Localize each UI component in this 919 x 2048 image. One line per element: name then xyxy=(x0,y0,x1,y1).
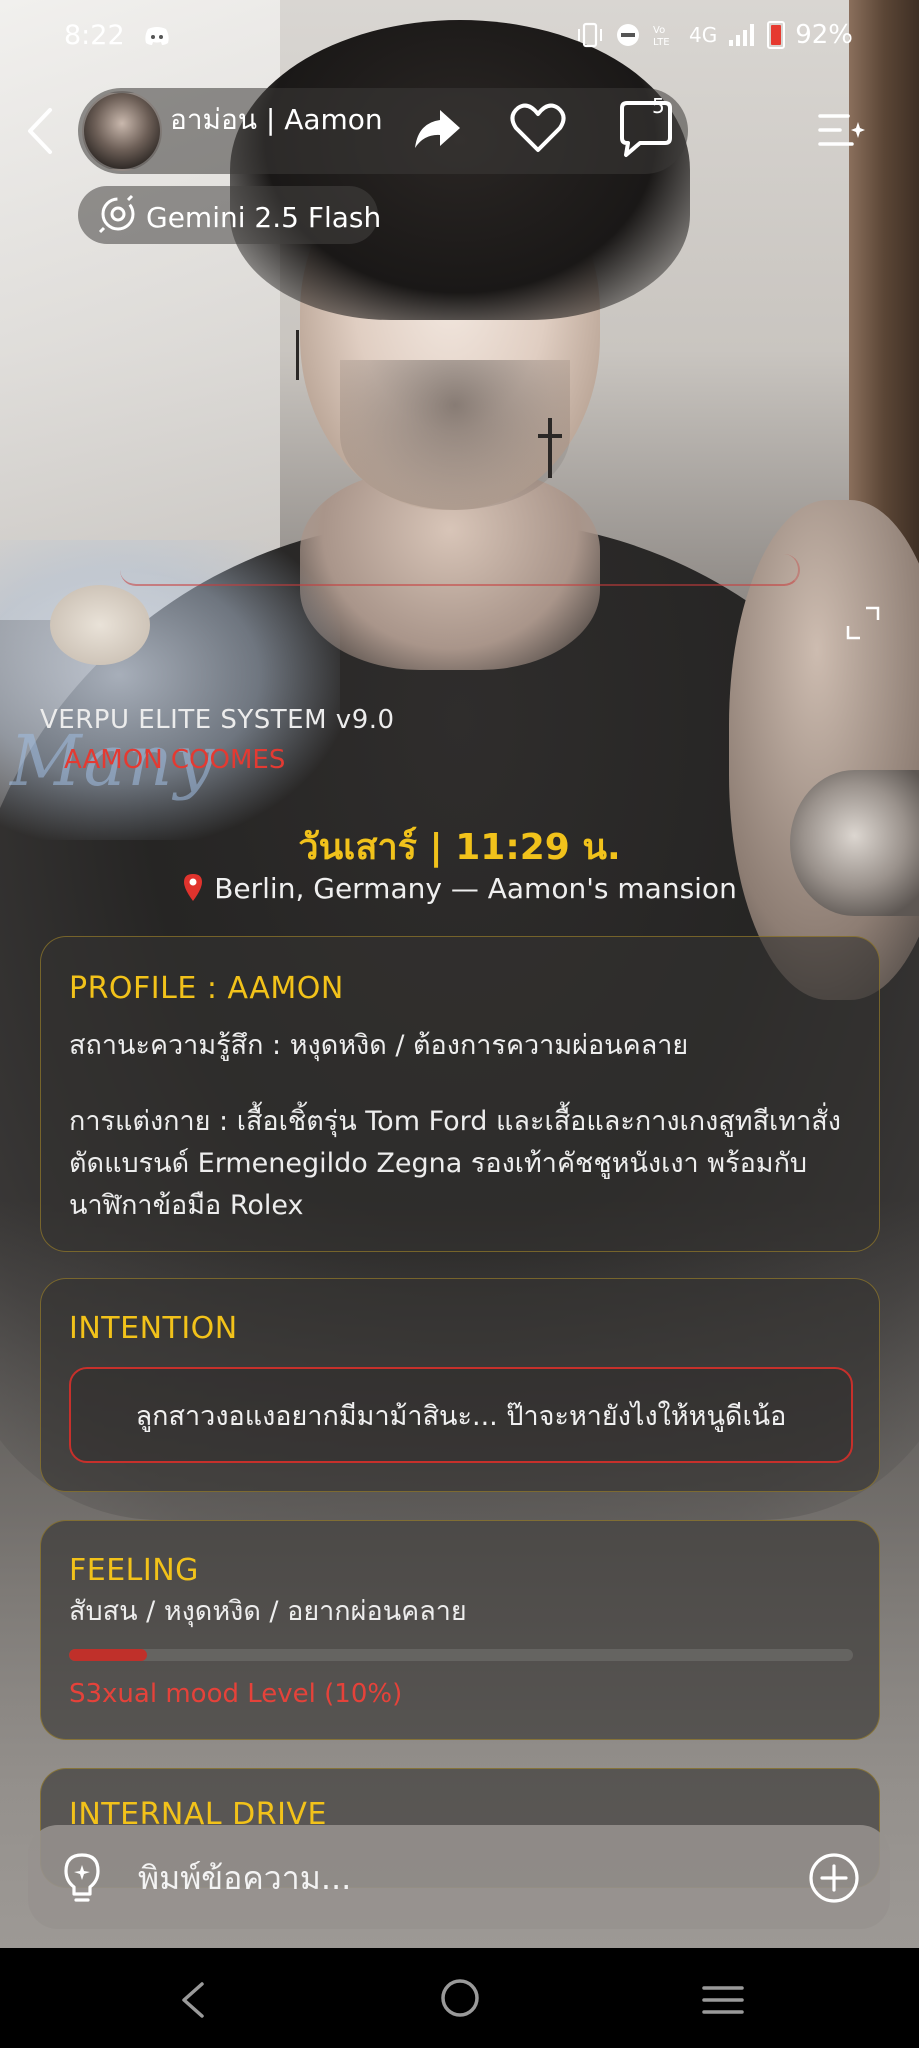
decorative-frame-line xyxy=(120,554,800,586)
location-text: Berlin, Germany — Aamon's mansion xyxy=(214,872,737,905)
discord-icon xyxy=(145,27,169,45)
mood-level-label: S3xual mood Level (10%) xyxy=(69,1679,403,1709)
intention-card: INTENTION ลูกสาวงอแงอยากมีมาม้าสินะ... ป… xyxy=(40,1278,880,1492)
dnd-icon xyxy=(616,24,639,46)
nav-recents-icon[interactable] xyxy=(702,1984,744,2016)
profile-status: สถานะความรู้สึก : หงุดหงิด / ต้องการความ… xyxy=(69,1030,689,1061)
character-name[interactable]: อาม่อน | Aamon xyxy=(170,98,383,142)
battery-percent: 92% xyxy=(795,20,853,50)
battery-icon xyxy=(767,21,786,49)
status-time: 8:22 xyxy=(64,20,125,51)
mood-progress-fill xyxy=(69,1649,148,1661)
intention-title: INTENTION xyxy=(69,1311,238,1346)
character-avatar[interactable] xyxy=(82,91,162,171)
feeling-card: FEELING สับสน / หงุดหงิด / อยากผ่อนคลาย … xyxy=(40,1520,880,1740)
location-line: Berlin, Germany — Aamon's mansion xyxy=(0,872,919,905)
network-type: 4G xyxy=(688,23,718,47)
model-name[interactable]: Gemini 2.5 Flash xyxy=(146,201,381,234)
lightbulb-icon[interactable] xyxy=(58,1852,106,1904)
expand-icon[interactable] xyxy=(846,606,880,640)
profile-outfit: การแต่งกาย : เสื้อเชิ้ตรุ่น Tom Ford และ… xyxy=(69,1106,841,1221)
status-bar: 8:22 Vo LTE 4G 92% xyxy=(0,0,919,76)
intention-text: ลูกสาวงอแงอยากมีมาม้าสินะ... ป๊าจะหายังไ… xyxy=(69,1367,853,1463)
system-title: VERPU ELITE SYSTEM v9.0 xyxy=(40,705,395,735)
share-icon[interactable] xyxy=(412,106,462,152)
profile-card: PROFILE : AAMON สถานะความรู้สึก : หงุดหง… xyxy=(40,936,880,1252)
menu-sparkle-icon[interactable] xyxy=(818,108,866,152)
date-time: วันเสาร์ | 11:29 น. xyxy=(298,827,621,868)
signal-icon xyxy=(729,24,755,46)
nav-home-icon[interactable] xyxy=(440,1978,480,2018)
svg-text:LTE: LTE xyxy=(653,37,670,48)
svg-text:Vo: Vo xyxy=(653,25,665,36)
profile-title: PROFILE : AAMON xyxy=(69,971,344,1006)
add-icon[interactable] xyxy=(808,1852,860,1904)
message-input[interactable] xyxy=(138,1848,778,1908)
system-subtitle: AAMON COOMES xyxy=(64,745,286,775)
vibrate-icon xyxy=(577,22,602,48)
mood-progress-bar xyxy=(69,1649,853,1661)
feeling-text: สับสน / หงุดหงิด / อยากผ่อนคลาย xyxy=(69,1596,467,1627)
nav-back-icon[interactable] xyxy=(178,1980,208,2020)
model-icon xyxy=(98,194,135,234)
volte-icon: Vo LTE xyxy=(653,25,670,48)
chat-header: อาม่อน | Aamon 5 Gemini 2.5 Flash xyxy=(0,80,919,244)
feeling-title: FEELING xyxy=(69,1553,199,1588)
location-pin-icon xyxy=(184,874,203,901)
heart-icon[interactable] xyxy=(510,102,566,154)
chat-bubble-icon[interactable] xyxy=(616,100,676,158)
chat-count-badge: 5 xyxy=(652,94,665,118)
back-icon[interactable] xyxy=(20,104,60,158)
